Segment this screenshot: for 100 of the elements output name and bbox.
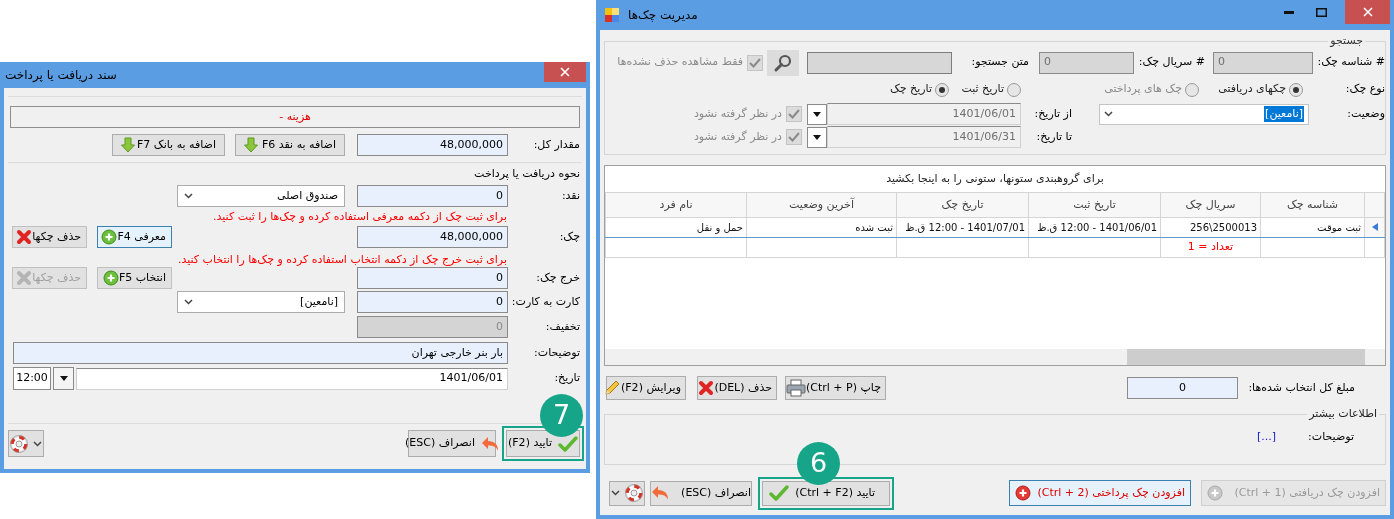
add-button[interactable]: اضافه به نقد F6 bbox=[235, 134, 345, 156]
add-button[interactable]: معرفی F4 bbox=[97, 226, 172, 248]
field-label: مقدار کل: bbox=[532, 136, 581, 153]
field-label: نقد: bbox=[560, 187, 581, 204]
input-field[interactable]: 0 bbox=[357, 185, 508, 207]
input-field[interactable]: 0 bbox=[357, 291, 508, 313]
group-title: جستجو bbox=[1328, 33, 1364, 49]
table-cell: 256\2500013 bbox=[1160, 217, 1261, 238]
caret-icon bbox=[184, 193, 193, 199]
column-header[interactable]: تاریخ چک bbox=[896, 192, 1029, 218]
caret-icon bbox=[813, 111, 821, 117]
radio-button[interactable] bbox=[1007, 82, 1021, 97]
pencil-icon bbox=[603, 379, 621, 397]
column-header[interactable]: آخرین وضعیت bbox=[746, 192, 897, 218]
down-arrow-icon bbox=[244, 137, 258, 153]
cancel-button[interactable]: انصراف (ESC) bbox=[650, 480, 752, 506]
edit-button[interactable]: ویرایش (F2) bbox=[606, 376, 686, 400]
cancel-button[interactable]: انصراف (ESC) bbox=[408, 430, 496, 457]
dropdown[interactable]: صندوق اصلی bbox=[177, 185, 345, 207]
group-title: اطلاعات بیشتر bbox=[1307, 406, 1378, 422]
callout-badge: 7 bbox=[540, 394, 583, 437]
checkbox[interactable] bbox=[786, 129, 802, 145]
close-button[interactable] bbox=[544, 62, 586, 82]
field-label: تاریخ: bbox=[553, 370, 581, 387]
plus-icon bbox=[1207, 485, 1223, 501]
input-field[interactable]: 1401/06/01 bbox=[827, 103, 1021, 125]
search-button[interactable] bbox=[767, 49, 799, 76]
delete-button[interactable]: حذف (DEL) bbox=[697, 376, 777, 400]
field-label: تخفیف: bbox=[544, 318, 581, 335]
input-field[interactable]: بار بنر خارجی تهران bbox=[13, 342, 508, 364]
checkbox[interactable] bbox=[786, 106, 802, 122]
help-button[interactable] bbox=[8, 430, 44, 457]
window-title: سند دریافت یا پرداخت bbox=[4, 67, 117, 84]
selected-text: [نامعین] bbox=[1264, 105, 1304, 123]
field-label: کارت به کارت: bbox=[510, 293, 581, 310]
checkmark-icon bbox=[558, 435, 578, 452]
cross-icon bbox=[16, 270, 33, 286]
close-icon bbox=[1362, 7, 1373, 17]
search-field[interactable] bbox=[807, 51, 952, 74]
field-label: # سریال چک: bbox=[1139, 54, 1205, 71]
caret-icon bbox=[184, 299, 193, 305]
close-button[interactable] bbox=[1345, 0, 1390, 24]
dropdown[interactable]: [نامعین] bbox=[1099, 103, 1309, 125]
add-check-button[interactable]: افزودن چک پرداختی (Ctrl + 2) bbox=[1009, 480, 1191, 506]
column-header[interactable]: شناسه چک bbox=[1260, 192, 1365, 218]
row-indicator[interactable] bbox=[1364, 217, 1385, 238]
input-field[interactable]: 0 bbox=[1127, 377, 1238, 399]
caret-icon bbox=[59, 376, 68, 381]
date-dropdown-button[interactable] bbox=[807, 103, 827, 125]
radio-button[interactable] bbox=[1185, 82, 1199, 97]
time-field[interactable]: 12:00 bbox=[13, 367, 51, 390]
caret-icon bbox=[33, 440, 42, 447]
radio-button[interactable] bbox=[935, 82, 949, 97]
curved-arrow-icon bbox=[651, 485, 669, 501]
field-label: تا تاریخ: bbox=[1035, 128, 1072, 145]
field-label: توضیحات: bbox=[1307, 429, 1355, 446]
input-field[interactable]: 48,000,000 bbox=[357, 226, 508, 248]
window-title: مدیریت چک‌ها bbox=[628, 7, 698, 24]
checkmark-icon bbox=[769, 485, 790, 501]
plus-icon bbox=[1015, 485, 1031, 501]
radio-label[interactable]: تاریخ ثبت bbox=[961, 81, 1004, 98]
input-field[interactable]: 1401/06/31 bbox=[827, 126, 1021, 148]
lifebuoy-icon bbox=[10, 434, 28, 453]
horizontal-scrollbar[interactable] bbox=[605, 349, 1385, 365]
app-icon bbox=[604, 7, 620, 23]
field-label: مبلغ کل انتخاب شده‌ها: bbox=[1247, 379, 1356, 396]
print-button[interactable]: چاپ (Ctrl + P) bbox=[785, 376, 886, 400]
input-field[interactable]: 48,000,000 bbox=[357, 134, 508, 156]
date-dropdown-button[interactable] bbox=[53, 367, 74, 390]
cross-icon bbox=[698, 380, 715, 396]
hint-text: برای ثبت چک از دکمه معرفی استفاده کرده و چک‌ها را ثبت کنید. bbox=[212, 209, 508, 224]
close-icon bbox=[560, 67, 570, 77]
minimize-icon bbox=[1284, 10, 1294, 14]
radio-button[interactable] bbox=[1289, 82, 1303, 97]
group-hint: برای گروهبندی ستونها، ستونی را به اینجا بکشید bbox=[885, 170, 1105, 187]
hint-text: برای ثبت خرج چک از دکمه انتخاب استفاده کرده و چک‌ها را انتخاب کنید. bbox=[176, 252, 508, 267]
input-field[interactable]: 0 bbox=[1213, 51, 1313, 74]
date-dropdown-button[interactable] bbox=[807, 126, 827, 148]
add-button[interactable]: اضافه به بانک F7 bbox=[112, 134, 225, 156]
details-link[interactable]: [...] bbox=[1256, 429, 1276, 446]
delete-button[interactable]: حذف چکها bbox=[12, 226, 87, 248]
column-header[interactable]: تاریخ ثبت bbox=[1028, 192, 1161, 218]
column-header[interactable]: نام فرد bbox=[605, 192, 747, 218]
printer-icon bbox=[786, 379, 806, 397]
cross-icon bbox=[16, 229, 33, 245]
input-field[interactable]: 0 bbox=[357, 267, 508, 289]
radio-label[interactable]: تاریخ چک bbox=[889, 81, 932, 98]
column-header[interactable]: سریال چک bbox=[1160, 192, 1261, 218]
dropdown[interactable]: [نامعین] bbox=[177, 291, 345, 313]
help-button[interactable] bbox=[609, 480, 645, 506]
add-button[interactable]: انتخاب F5 bbox=[97, 267, 172, 289]
field-label: وضعیت: bbox=[1346, 105, 1385, 122]
input-field[interactable]: 0 bbox=[1039, 51, 1134, 74]
checkbox[interactable] bbox=[747, 54, 763, 71]
field-label: نوع چک: bbox=[1344, 81, 1385, 98]
table-cell: 1401/07/01 - 12:00 ق.ظ bbox=[896, 217, 1029, 238]
maximize-icon bbox=[1315, 7, 1327, 17]
checkmark-icon bbox=[788, 109, 800, 119]
radio-label[interactable]: چکهای دریافتی bbox=[1218, 81, 1286, 98]
input-field[interactable]: 1401/06/01 bbox=[76, 367, 508, 390]
